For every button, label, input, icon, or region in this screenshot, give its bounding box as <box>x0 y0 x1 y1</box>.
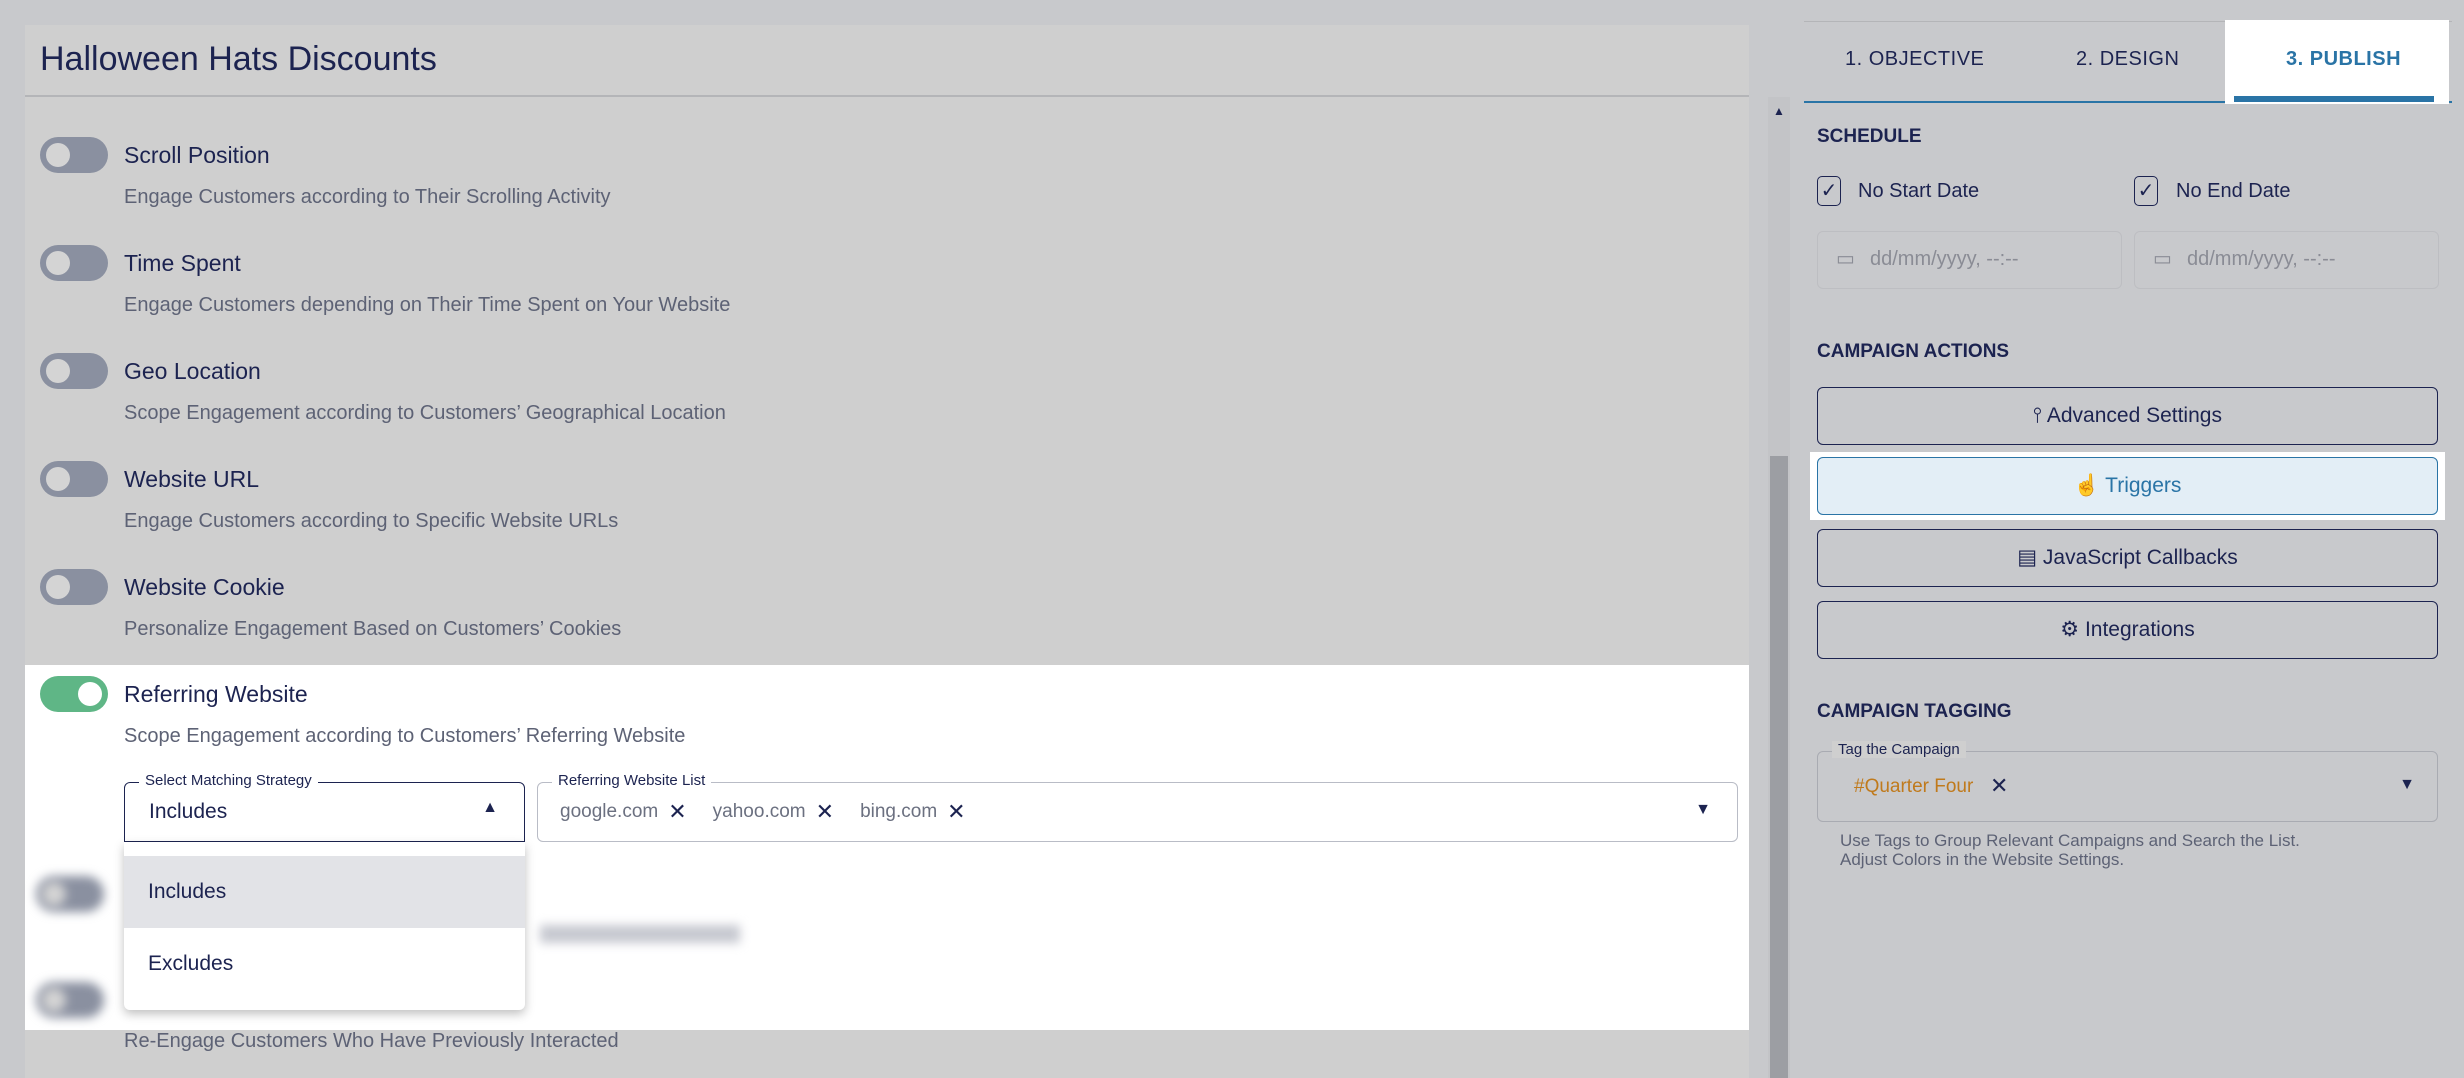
strategy-dropdown-menu: Includes Excludes <box>124 842 525 1010</box>
tab-publish[interactable]: 3. PUBLISH <box>2286 48 2401 71</box>
trigger-desc: Scope Engagement according to Customers’… <box>124 402 726 424</box>
end-date-input[interactable]: ▭ dd/mm/yyyy, --:-- <box>2134 231 2439 289</box>
trigger-title: Website Cookie <box>124 574 285 600</box>
gear-icon: ⚙ <box>2060 618 2085 641</box>
page-title: Halloween Hats Discounts <box>40 40 437 78</box>
trigger-title: Geo Location <box>124 358 261 384</box>
trigger-desc: Engage Customers according to Their Scro… <box>124 186 611 208</box>
scroll-up-icon[interactable]: ▲ <box>1773 104 1785 118</box>
start-date-input[interactable]: ▭ dd/mm/yyyy, --:-- <box>1817 231 2122 289</box>
matching-strategy-select[interactable]: Select Matching Strategy Includes ▲ <box>124 772 525 842</box>
toggle-trigger[interactable] <box>40 569 108 605</box>
scrollbar-thumb[interactable] <box>1770 456 1788 1078</box>
no-start-checkbox[interactable]: ✓ <box>1817 176 1841 206</box>
referring-website-list[interactable]: Referring Website List google.com ✕ yahoo… <box>537 772 1738 842</box>
tab-design[interactable]: 2. DESIGN <box>2076 48 2179 71</box>
blurred-desc <box>540 925 740 943</box>
toggle-trigger[interactable] <box>40 137 108 173</box>
caret-up-icon: ▲ <box>482 799 498 816</box>
active-tab-indicator <box>2234 96 2434 102</box>
tagging-help: Use Tags to Group Relevant Campaigns and… <box>1840 831 2300 869</box>
trigger-title: Website URL <box>124 466 260 492</box>
calendar-icon: ▭ <box>1836 248 1855 270</box>
toggle-trigger[interactable] <box>40 461 108 497</box>
toggle-referring-website[interactable] <box>40 676 108 712</box>
javascript-callbacks-button[interactable]: ▤ JavaScript Callbacks <box>1817 529 2438 587</box>
toggle-blurred <box>36 876 104 912</box>
remove-tag-icon[interactable]: ✕ <box>1990 773 2008 799</box>
trigger-desc: Scope Engagement according to Customers’… <box>124 725 686 747</box>
trigger-desc: Engage Customers according to Specific W… <box>124 510 619 532</box>
trigger-desc: Personalize Engagement Based on Customer… <box>124 618 622 640</box>
toggle-trigger[interactable] <box>40 353 108 389</box>
calendar-icon: ▭ <box>2153 248 2172 270</box>
trigger-desc: Re-Engage Customers Who Have Previously … <box>124 1030 619 1052</box>
integrations-button[interactable]: ⚙ Integrations <box>1817 601 2438 659</box>
site-chip: google.com <box>560 801 659 822</box>
pointer-hand-icon: ☝ <box>2073 474 2106 497</box>
option-includes[interactable]: Includes <box>124 856 525 928</box>
advanced-settings-button[interactable]: ⫯ Advanced Settings <box>1817 387 2438 445</box>
code-window-icon: ▤ <box>2017 546 2043 569</box>
tag-chip: #Quarter Four <box>1854 776 1974 797</box>
actions-heading: CAMPAIGN ACTIONS <box>1817 341 2010 362</box>
toggle-blurred <box>36 982 104 1018</box>
trigger-title: Scroll Position <box>124 142 270 168</box>
trigger-title: Referring Website <box>124 681 308 707</box>
tag-campaign-field[interactable]: Tag the Campaign #Quarter Four ✕ ▼ <box>1817 741 2438 822</box>
no-end-checkbox[interactable]: ✓ <box>2134 176 2158 206</box>
checkbox-label: No End Date <box>2176 180 2291 202</box>
caret-down-icon[interactable]: ▼ <box>1695 801 1711 819</box>
select-value: Includes <box>149 800 228 823</box>
remove-chip-icon[interactable]: ✕ <box>816 799 834 825</box>
tab-objective[interactable]: 1. OBJECTIVE <box>1845 48 1984 71</box>
site-chip: yahoo.com <box>712 801 806 822</box>
remove-chip-icon[interactable]: ✕ <box>668 799 686 825</box>
tagging-heading: CAMPAIGN TAGGING <box>1817 701 2012 722</box>
remove-chip-icon[interactable]: ✕ <box>947 799 965 825</box>
sliders-icon: ⫯ <box>2033 404 2047 427</box>
option-excludes[interactable]: Excludes <box>124 928 525 1000</box>
caret-down-icon[interactable]: ▼ <box>2399 776 2415 794</box>
triggers-button[interactable]: ☝ Triggers <box>1817 457 2438 515</box>
trigger-title: Time Spent <box>124 250 241 276</box>
trigger-desc: Engage Customers depending on Their Time… <box>124 294 731 316</box>
schedule-heading: SCHEDULE <box>1817 126 1922 147</box>
toggle-trigger[interactable] <box>40 245 108 281</box>
site-chip: bing.com <box>860 801 938 822</box>
checkbox-label: No Start Date <box>1858 180 1980 202</box>
